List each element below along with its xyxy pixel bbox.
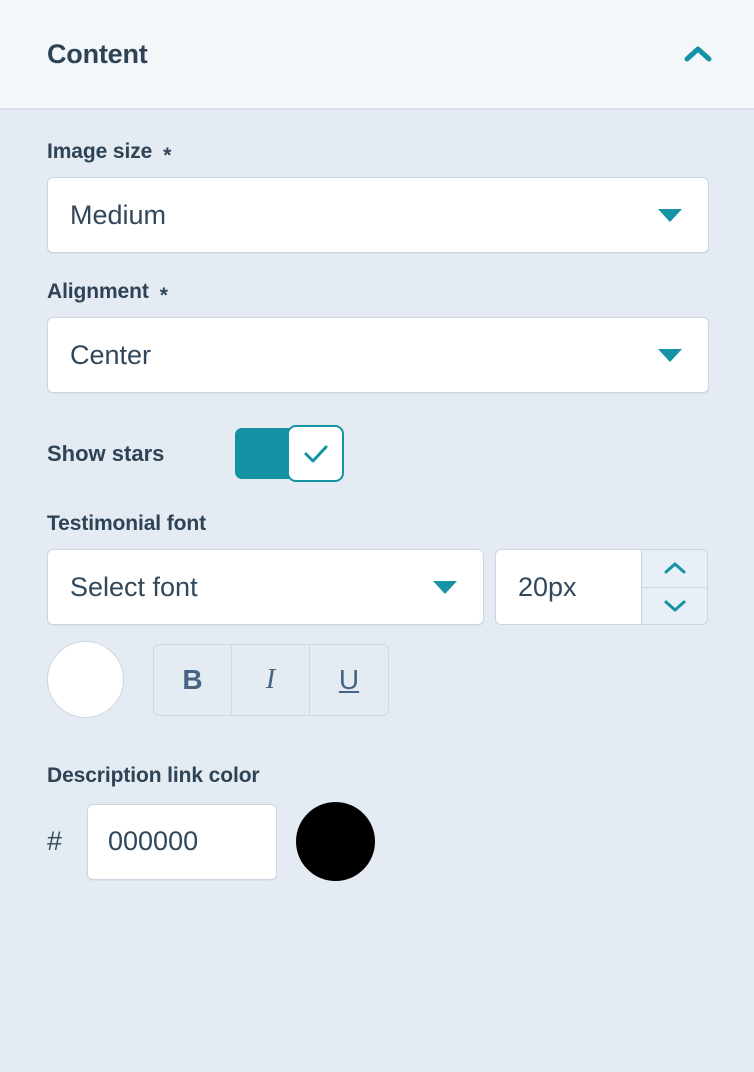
show-stars-label: Show stars: [47, 440, 165, 466]
alignment-value: Center: [70, 339, 152, 370]
alignment-label-row: Alignment *: [47, 280, 709, 307]
description-link-color-label: Description link color: [47, 764, 260, 787]
font-size-input[interactable]: 20px: [495, 549, 641, 625]
caret-down-icon: [658, 208, 682, 222]
testimonial-font-controls: Select font 20px: [47, 549, 709, 625]
caret-down-icon: [433, 580, 457, 594]
italic-button[interactable]: I: [232, 644, 310, 715]
collapse-section-button[interactable]: [676, 32, 720, 76]
font-family-value: Select font: [70, 571, 198, 602]
content-settings-panel: Content Image size * Medium Alignment *: [0, 0, 754, 1072]
alignment-label: Alignment: [47, 280, 149, 303]
chevron-up-icon: [684, 46, 712, 62]
bold-button[interactable]: B: [154, 644, 232, 715]
testimonial-font-label-row: Testimonial font: [47, 512, 709, 536]
font-style-controls: B I U: [47, 641, 709, 718]
description-link-color-swatch[interactable]: [296, 802, 375, 881]
required-marker: *: [163, 143, 172, 167]
caret-down-icon: [658, 348, 682, 362]
panel-header: Content: [0, 0, 754, 110]
image-size-select[interactable]: Medium: [47, 177, 709, 253]
testimonial-font-color-swatch[interactable]: [47, 641, 124, 718]
hash-prefix: #: [47, 826, 63, 856]
font-family-select[interactable]: Select font: [47, 549, 484, 625]
check-icon: [304, 445, 327, 462]
testimonial-font-label: Testimonial font: [47, 512, 207, 535]
description-link-color-label-row: Description link color: [47, 764, 709, 788]
font-size-decrement-button[interactable]: [642, 588, 707, 625]
description-link-color-hex-input[interactable]: 000000: [87, 803, 277, 880]
chevron-down-icon: [664, 600, 685, 612]
show-stars-toggle[interactable]: [235, 425, 344, 482]
field-description-link-color: Description link color # 000000: [47, 764, 709, 881]
chevron-up-icon: [664, 562, 685, 574]
toggle-knob: [287, 425, 344, 482]
image-size-label-row: Image size *: [47, 140, 709, 167]
field-testimonial-font: Testimonial font Select font 20px B I U: [47, 512, 709, 718]
required-marker: *: [159, 283, 168, 307]
image-size-label: Image size: [47, 140, 153, 163]
field-show-stars: Show stars: [47, 425, 709, 482]
font-size-increment-button[interactable]: [642, 550, 707, 588]
font-size-stepper: 20px: [495, 549, 708, 625]
field-image-size: Image size * Medium: [47, 140, 709, 253]
page-title: Content: [47, 38, 148, 69]
alignment-select[interactable]: Center: [47, 317, 709, 393]
image-size-value: Medium: [70, 199, 167, 230]
description-link-color-controls: # 000000: [47, 802, 709, 881]
text-format-button-group: B I U: [153, 643, 389, 716]
underline-button[interactable]: U: [310, 644, 388, 715]
panel-body: Image size * Medium Alignment * Center S…: [0, 110, 754, 1072]
font-size-stepper-buttons: [641, 549, 708, 625]
field-alignment: Alignment * Center: [47, 280, 709, 393]
